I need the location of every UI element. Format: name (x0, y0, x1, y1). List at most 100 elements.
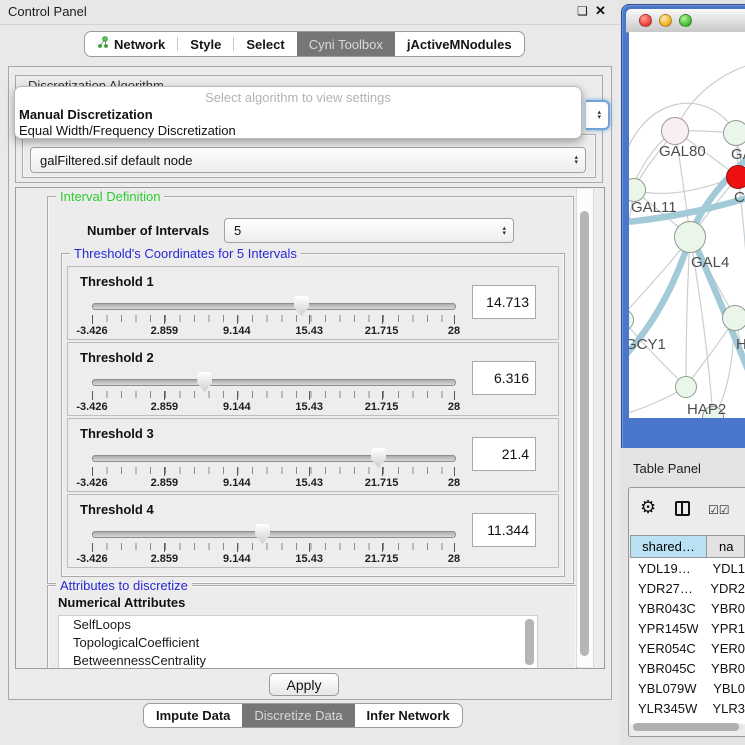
threshold-value-field[interactable]: 21.4 (472, 437, 536, 471)
spinner-icon: ▴▾ (597, 110, 601, 120)
threshold-row: Threshold 2-3.4262.8599.14415.4321.71528… (67, 342, 559, 416)
spinner-icon: ▴▾ (502, 226, 506, 236)
settings-scrollpane: Interval Definition Number of Intervals … (15, 187, 605, 669)
threshold-value-field[interactable]: 14.713 (472, 285, 536, 319)
table-row[interactable]: YDR27…YDR2 (630, 578, 745, 598)
threshold-slider[interactable] (92, 379, 456, 386)
threshold-label: Threshold 1 (80, 274, 154, 289)
threshold-value-field[interactable]: 6.316 (472, 361, 536, 395)
algorithm-combobox[interactable]: ▴▾ (586, 100, 610, 130)
threshold-slider[interactable] (92, 303, 456, 310)
table-panel-title: Table Panel (633, 461, 701, 476)
dropdown-option-manual[interactable]: Manual Discretization (19, 107, 581, 122)
tick-label: 9.144 (223, 325, 251, 337)
table-cell: YBL0 (700, 681, 745, 696)
table-cell: YPR1 (698, 621, 745, 636)
node-top-right[interactable] (723, 120, 745, 146)
major-tick (454, 315, 455, 324)
tab-impute-data[interactable]: Impute Data (144, 704, 242, 727)
attribute-list-item[interactable]: TopologicalCoefficient (59, 634, 537, 652)
slider-ticks (92, 543, 456, 550)
table-data-group: Table Data galFiltered.sif default node … (22, 134, 596, 178)
tick-label: -3.426 (76, 477, 107, 489)
close-icon[interactable]: ✕ (595, 3, 606, 19)
threshold-slider[interactable] (92, 455, 456, 462)
table-data-combobox[interactable]: galFiltered.sif default node ▴▾ (30, 147, 586, 173)
threshold-slider[interactable] (92, 531, 456, 538)
control-panel: Control Panel ❑ ✕ Network Style Select C… (0, 0, 621, 745)
tab-jactivemnodules[interactable]: jActiveMNodules (395, 32, 524, 56)
table-row[interactable]: YER054CYER0 (630, 638, 745, 658)
select-checkboxes-icon[interactable]: ☑☑ (708, 503, 730, 517)
node-label-hap2: HAP2 (687, 401, 726, 418)
tab-discretize-data[interactable]: Discretize Data (242, 704, 354, 727)
slider-ticks (92, 315, 456, 322)
bottom-tab-bar: Impute Data Discretize Data Infer Networ… (143, 703, 463, 728)
node-hap2[interactable] (675, 376, 697, 398)
major-tick (92, 543, 93, 552)
node-label-gal11: GAL11 (631, 199, 677, 216)
table-row[interactable]: YPR145WYPR1 (630, 618, 745, 638)
slider-thumb-icon[interactable] (294, 296, 309, 316)
tab-label: Impute Data (156, 708, 230, 723)
apply-button[interactable]: Apply (269, 673, 339, 696)
attribute-list-item[interactable]: BetweennessCentrality (59, 652, 537, 669)
tick-label: 2.859 (151, 325, 179, 337)
major-tick (237, 467, 238, 476)
tick-label: 2.859 (151, 477, 179, 489)
gear-icon[interactable]: ⚙ (640, 497, 656, 518)
dropdown-option-equal-width[interactable]: Equal Width/Frequency Discretization (19, 123, 581, 138)
columns-icon[interactable] (675, 501, 690, 516)
major-tick (237, 315, 238, 324)
table-cell: YDR2 (697, 581, 745, 596)
table-row[interactable]: YBR043CYBR0 (630, 598, 745, 618)
table-row[interactable]: YBL079WYBL0 (630, 678, 745, 698)
table-cell: YPR145W (630, 621, 698, 636)
zoom-traffic-light-icon[interactable] (679, 14, 692, 27)
tab-select[interactable]: Select (234, 32, 296, 56)
table-row[interactable]: YBR045CYBR0 (630, 658, 745, 678)
major-tick (382, 543, 383, 552)
major-tick (309, 315, 310, 324)
major-tick (164, 315, 165, 324)
network-canvas[interactable]: GAL80 GA C GAL11 GAL4 GCY1 H HAP2 (629, 32, 745, 418)
tick-label: -3.426 (76, 401, 107, 413)
table-row[interactable]: YLR345WYLR3 (630, 698, 745, 718)
tick-label: 9.144 (223, 401, 251, 413)
horizontal-scrollbar[interactable] (633, 723, 743, 731)
threshold-label: Threshold 2 (80, 350, 154, 365)
tab-cyni-toolbox[interactable]: Cyni Toolbox (297, 32, 395, 56)
column-header-name[interactable]: na (707, 535, 745, 558)
tab-style[interactable]: Style (178, 32, 233, 56)
major-tick (237, 391, 238, 400)
slider-thumb-icon[interactable] (197, 372, 212, 392)
attributes-list[interactable]: SelfLoopsTopologicalCoefficientBetweenne… (58, 615, 538, 669)
tick-label: 2.859 (151, 553, 179, 565)
scrollbar-thumb[interactable] (580, 211, 589, 656)
network-window-titlebar[interactable] (626, 9, 745, 33)
number-of-intervals-combobox[interactable]: 5 ▴▾ (224, 218, 514, 243)
slider-thumb-icon[interactable] (371, 448, 386, 468)
threshold-coordinates-group: Threshold's Coordinates for 5 Intervals … (61, 253, 565, 577)
node-gal4[interactable] (674, 221, 706, 253)
panel-title: Control Panel (8, 4, 87, 19)
attribute-list-item[interactable]: SelfLoops (59, 616, 537, 634)
node-gal80[interactable] (661, 117, 689, 145)
tab-infer-network[interactable]: Infer Network (355, 704, 462, 727)
number-of-intervals-label: Number of Intervals (87, 223, 209, 238)
tab-network[interactable]: Network (85, 32, 177, 56)
minimize-traffic-light-icon[interactable] (659, 14, 672, 27)
vertical-scrollbar[interactable] (576, 189, 594, 667)
close-traffic-light-icon[interactable] (639, 14, 652, 27)
scrollbar-thumb[interactable] (633, 723, 739, 731)
column-header-shared-name[interactable]: shared… (630, 535, 707, 558)
float-icon[interactable]: ❑ (577, 4, 588, 18)
node-selected-red[interactable] (726, 165, 745, 189)
control-panel-titlebar: Control Panel ❑ ✕ (0, 0, 620, 25)
node-right-mid[interactable] (722, 305, 745, 331)
list-scrollbar[interactable] (525, 619, 534, 665)
table-row[interactable]: YDL19…YDL1 (630, 558, 745, 578)
slider-thumb-icon[interactable] (255, 524, 270, 544)
tab-label: Select (246, 37, 284, 52)
threshold-value-field[interactable]: 11.344 (472, 513, 536, 547)
